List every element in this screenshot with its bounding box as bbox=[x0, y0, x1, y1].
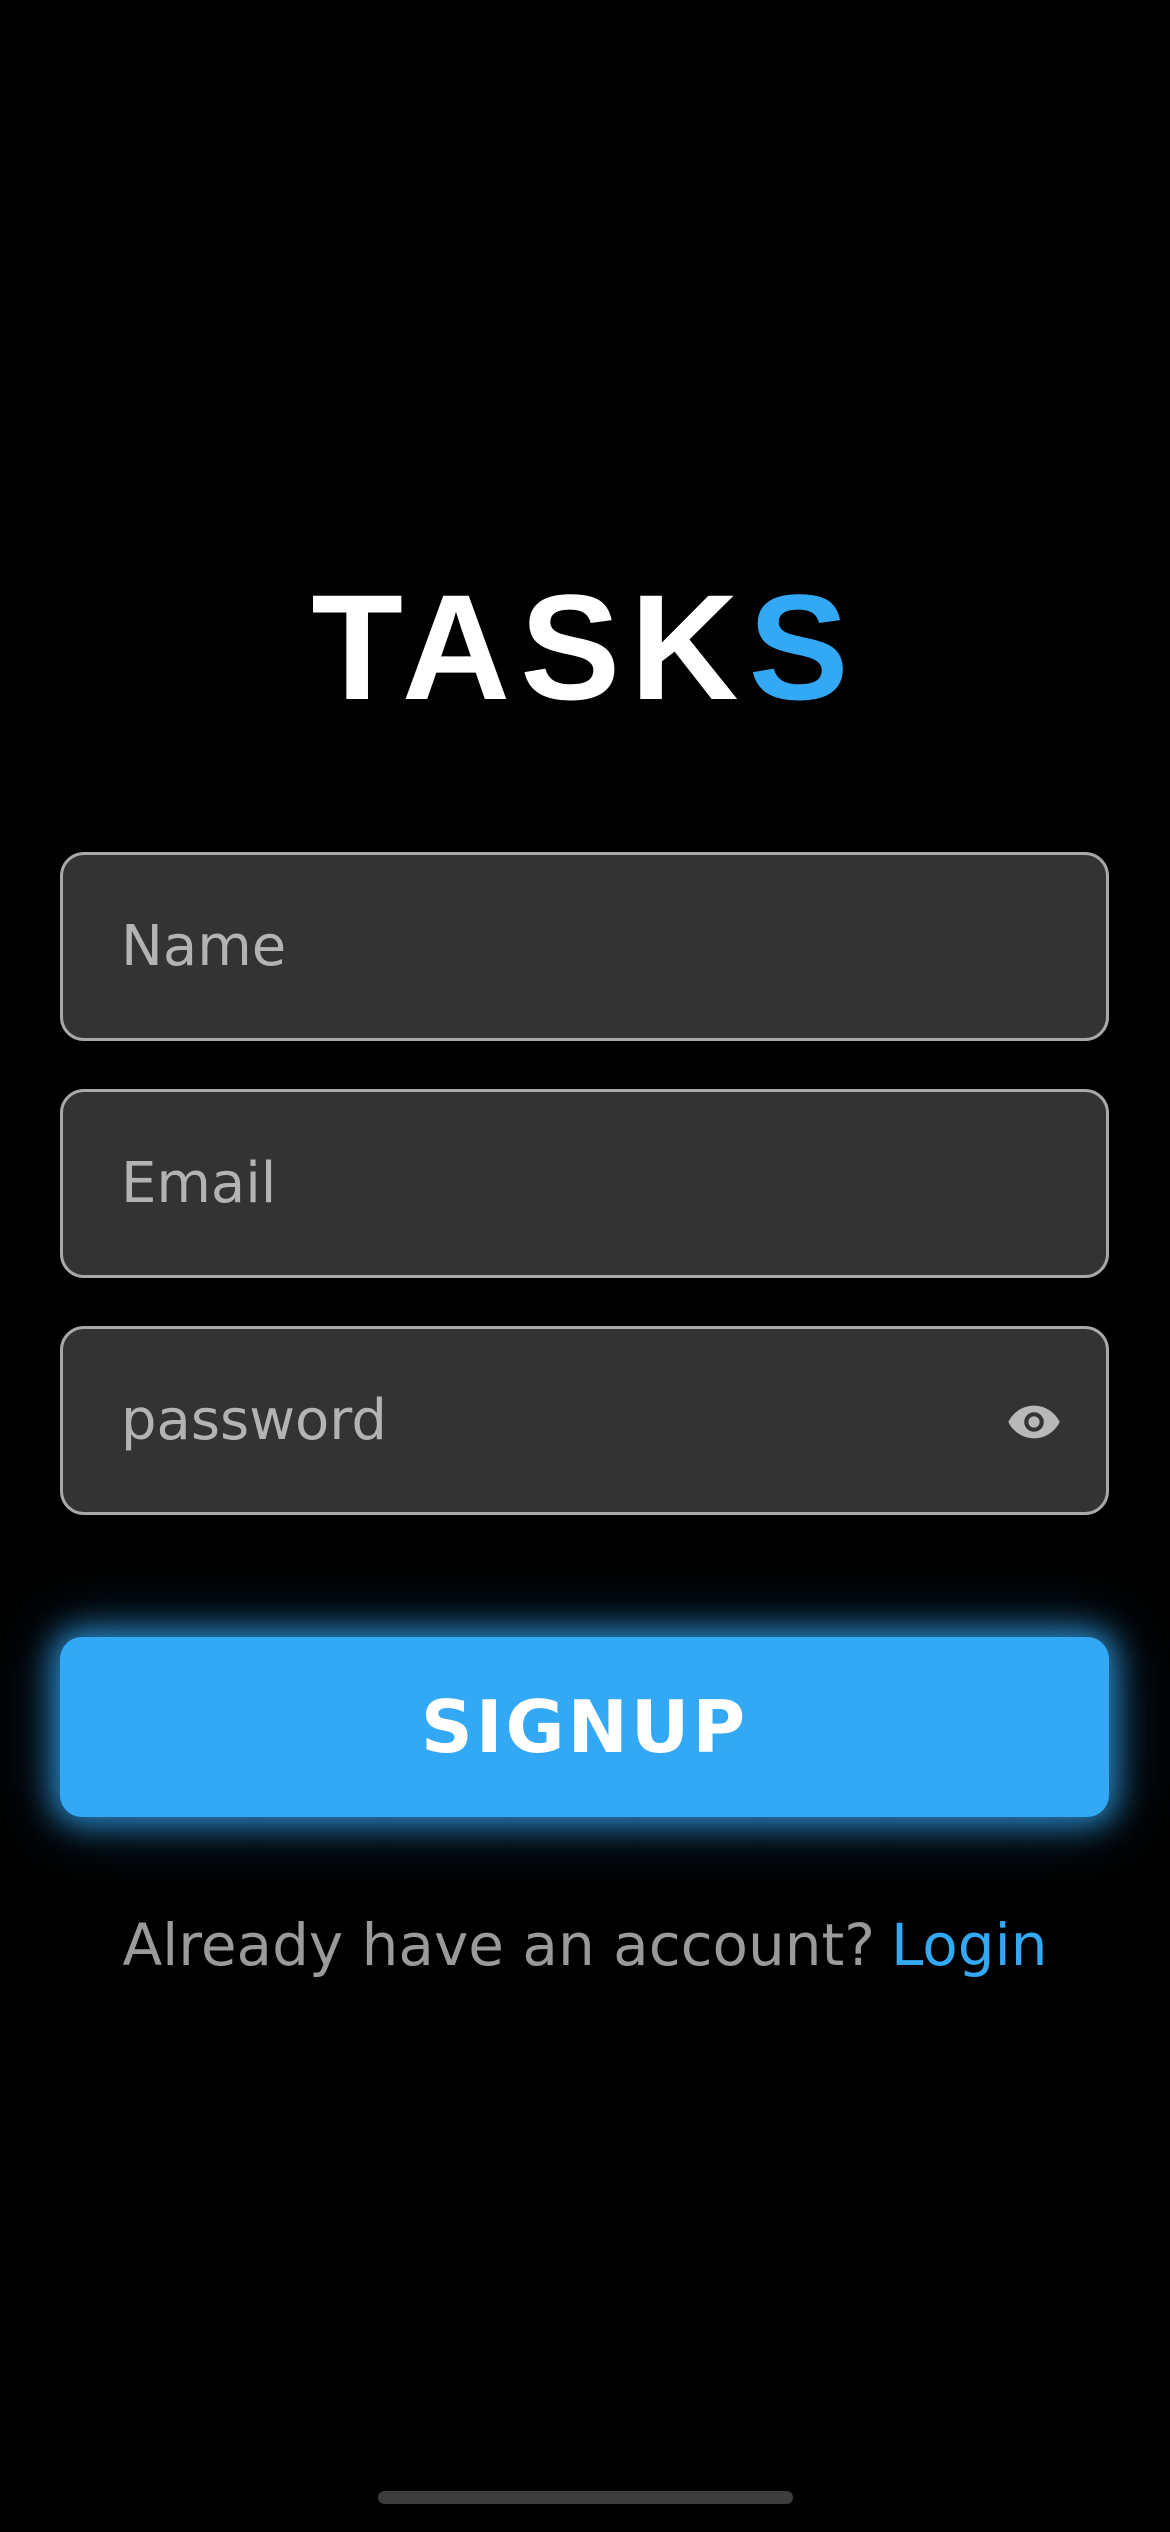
logo-text-main: TASK bbox=[311, 563, 749, 731]
login-prompt: Already have an account? Login bbox=[0, 1905, 1170, 1985]
email-input[interactable] bbox=[63, 1092, 1106, 1275]
login-prompt-text: Already have an account? bbox=[122, 1911, 876, 1979]
email-field-container bbox=[60, 1089, 1109, 1278]
logo-text-accent: S bbox=[748, 563, 859, 731]
name-input[interactable] bbox=[63, 855, 1106, 1038]
login-link[interactable]: Login bbox=[891, 1911, 1047, 1979]
app-logo: TASKS bbox=[0, 562, 1170, 732]
eye-icon[interactable] bbox=[1006, 1394, 1062, 1450]
password-field-container bbox=[60, 1326, 1109, 1515]
signup-button[interactable]: SIGNUP bbox=[60, 1637, 1109, 1817]
password-input[interactable] bbox=[63, 1329, 1106, 1512]
name-field-container bbox=[60, 852, 1109, 1041]
home-indicator bbox=[378, 2491, 793, 2504]
